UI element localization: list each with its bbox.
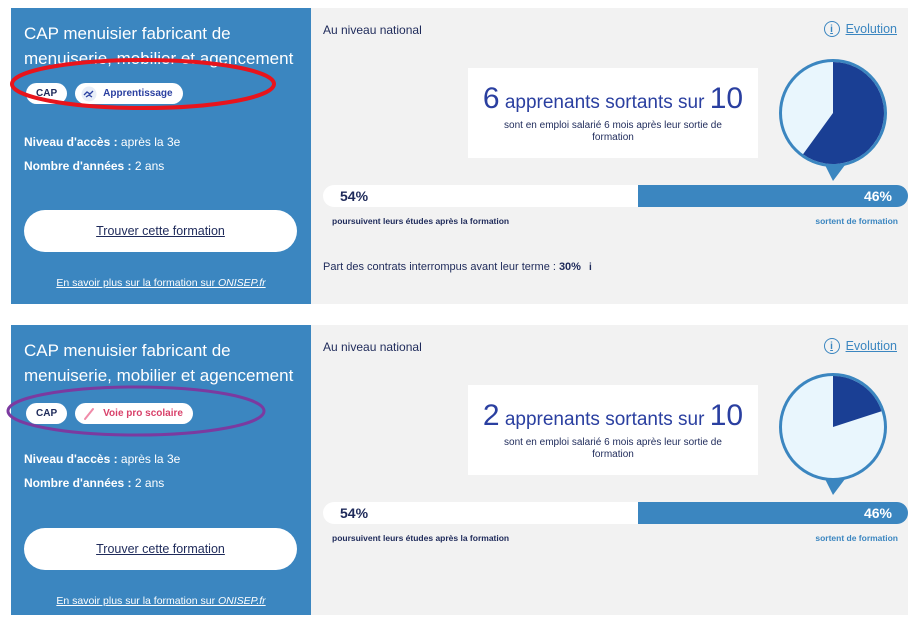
employment-pie-chart bbox=[779, 373, 887, 495]
nombre-annees-value: 2 ans bbox=[131, 476, 165, 490]
level-label: Au niveau national bbox=[323, 23, 422, 37]
outcome-bar-exit: 46% bbox=[638, 185, 908, 207]
evolution-link[interactable]: i Evolution bbox=[823, 338, 897, 354]
cap-badge: CAP bbox=[26, 83, 68, 104]
outcome-bar: 54% 46% bbox=[323, 185, 908, 207]
cap-badge: CAP bbox=[26, 403, 68, 424]
employment-subtext: sont en emploi salarié 6 mois après leur… bbox=[504, 120, 722, 143]
outcome-bar: 54% 46% bbox=[323, 502, 908, 524]
onisep-link-prefix: En savoir plus sur la formation sur bbox=[56, 277, 218, 289]
outcome-bar-continue: 54% bbox=[323, 502, 638, 524]
continue-label: poursuivent leurs études après la format… bbox=[332, 216, 510, 226]
formation-stats-panel: Au niveau national i Evolution 6 apprena… bbox=[311, 8, 908, 304]
handshake-icon bbox=[81, 86, 97, 101]
formation-badges: CAP Apprentissage bbox=[26, 83, 183, 104]
employment-total: 10 bbox=[709, 399, 744, 432]
formation-summary-panel: CAP menuisier fabricant de menuiserie, m… bbox=[11, 8, 311, 304]
exit-label: sortent de formation bbox=[815, 533, 898, 543]
nombre-annees-label: Nombre d'années : bbox=[24, 159, 132, 173]
apprentissage-badge: Apprentissage bbox=[75, 83, 183, 104]
info-icon: i bbox=[823, 338, 840, 354]
contracts-value: 30% bbox=[558, 261, 581, 273]
onisep-link-site: ONISEP.fr bbox=[218, 595, 266, 607]
voie-pro-badge-label: Voie pro scolaire bbox=[103, 408, 183, 419]
contracts-label: Part des contrats interrompus avant leur… bbox=[323, 261, 556, 273]
pencil-icon bbox=[84, 407, 95, 420]
formation-card-2: CAP menuisier fabricant de menuiserie, m… bbox=[11, 325, 908, 615]
employment-text: apprenants sortants sur bbox=[499, 409, 710, 430]
niveau-acces: Niveau d'accès : après la 3e bbox=[24, 135, 180, 149]
niveau-acces-label: Niveau d'accès : bbox=[24, 452, 118, 466]
onisep-link-prefix: En savoir plus sur la formation sur bbox=[56, 595, 218, 607]
formation-stats-panel: Au niveau national i Evolution 2 apprena… bbox=[311, 325, 908, 615]
employment-count: 2 bbox=[482, 399, 500, 432]
continue-label: poursuivent leurs études après la format… bbox=[332, 533, 510, 543]
outcome-bar-continue: 54% bbox=[323, 185, 638, 207]
formation-title: CAP menuisier fabricant de menuiserie, m… bbox=[24, 24, 294, 68]
niveau-acces-value: après la 3e bbox=[117, 452, 181, 466]
exit-label: sortent de formation bbox=[815, 216, 898, 226]
employment-stat-line: 6 apprenants sortants sur 10 bbox=[468, 82, 758, 116]
employment-stat-box: 2 apprenants sortants sur 10 sont en emp… bbox=[468, 385, 758, 475]
find-formation-button[interactable]: Trouver cette formation bbox=[24, 528, 297, 570]
apprentissage-badge-label: Apprentissage bbox=[103, 88, 173, 99]
evolution-link[interactable]: i Evolution bbox=[823, 21, 897, 37]
formation-card-1: CAP menuisier fabricant de menuiserie, m… bbox=[11, 8, 908, 304]
employment-count: 6 bbox=[482, 82, 500, 115]
outcome-bar-exit: 46% bbox=[638, 502, 908, 524]
employment-total: 10 bbox=[709, 82, 744, 115]
nombre-annees: Nombre d'années : 2 ans bbox=[24, 159, 164, 173]
nombre-annees: Nombre d'années : 2 ans bbox=[24, 476, 164, 490]
contracts-info-icon[interactable]: i bbox=[589, 262, 592, 273]
niveau-acces-label: Niveau d'accès : bbox=[24, 135, 118, 149]
onisep-link[interactable]: En savoir plus sur la formation sur ONIS… bbox=[11, 595, 311, 607]
employment-text: apprenants sortants sur bbox=[499, 92, 710, 113]
evolution-link-label: Evolution bbox=[845, 22, 897, 36]
niveau-acces: Niveau d'accès : après la 3e bbox=[24, 452, 180, 466]
contracts-interrupted: Part des contrats interrompus avant leur… bbox=[323, 261, 592, 273]
nombre-annees-label: Nombre d'années : bbox=[24, 476, 132, 490]
voie-pro-badge: Voie pro scolaire bbox=[75, 403, 193, 424]
employment-stat-line: 2 apprenants sortants sur 10 bbox=[468, 399, 758, 433]
info-icon: i bbox=[823, 21, 840, 37]
employment-stat-box: 6 apprenants sortants sur 10 sont en emp… bbox=[468, 68, 758, 158]
evolution-link-label: Evolution bbox=[845, 339, 897, 353]
onisep-link[interactable]: En savoir plus sur la formation sur ONIS… bbox=[11, 277, 311, 289]
employment-subtext: sont en emploi salarié 6 mois après leur… bbox=[504, 437, 722, 460]
formation-title: CAP menuisier fabricant de menuiserie, m… bbox=[24, 341, 294, 385]
formation-summary-panel: CAP menuisier fabricant de menuiserie, m… bbox=[11, 325, 311, 615]
employment-pie-chart bbox=[779, 59, 887, 181]
level-label: Au niveau national bbox=[323, 340, 422, 354]
niveau-acces-value: après la 3e bbox=[117, 135, 181, 149]
find-formation-button[interactable]: Trouver cette formation bbox=[24, 210, 297, 252]
onisep-link-site: ONISEP.fr bbox=[218, 277, 266, 289]
formation-badges: CAP Voie pro scolaire bbox=[26, 403, 193, 424]
nombre-annees-value: 2 ans bbox=[131, 159, 165, 173]
